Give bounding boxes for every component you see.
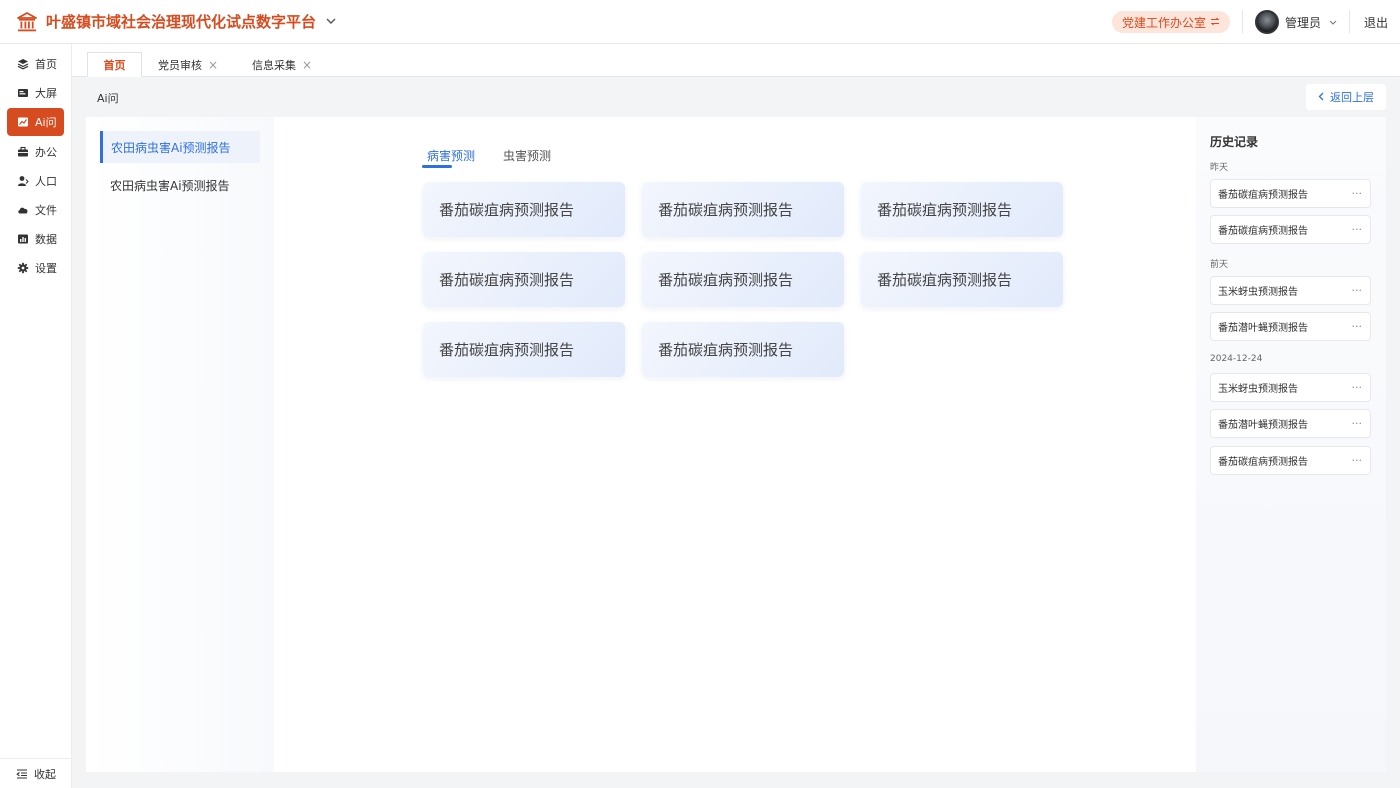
sidebar-item-label: 人口: [35, 175, 57, 188]
breadcrumb: Ai问: [97, 92, 119, 105]
swap-icon: [1210, 15, 1220, 29]
more-icon[interactable]: ···: [1352, 417, 1363, 430]
history-item[interactable]: 番茄碳疽病预测报告 ···: [1210, 446, 1371, 475]
app-title: 叶盛镇市域社会治理现代化试点数字平台: [46, 13, 317, 31]
sidebar-item-label: 文件: [35, 204, 57, 217]
sidebar: 首页 大屏 Ai问 办公 人口 文件 数据 设置 收起: [0, 44, 72, 788]
more-icon[interactable]: ···: [1352, 320, 1363, 333]
sidebar-item-label: 设置: [35, 262, 57, 275]
chart-icon: [17, 116, 29, 128]
government-building-icon: [16, 11, 38, 33]
sidebar-item-label: 办公: [35, 146, 57, 159]
history-item-label: 番茄碳疽病预测报告: [1218, 457, 1308, 468]
history-item-label: 番茄碳疽病预测报告: [1218, 226, 1308, 237]
history-group-label: 昨天: [1210, 163, 1229, 173]
tab-bar: 首页 党员审核 × 信息采集 ×: [72, 44, 1400, 77]
more-icon[interactable]: ···: [1352, 223, 1363, 236]
briefcase-icon: [17, 146, 29, 158]
sidebar-item-ai[interactable]: Ai问: [7, 108, 64, 136]
report-card[interactable]: 番茄碳疽病预测报告: [861, 182, 1063, 237]
bar-chart-icon: [17, 233, 29, 245]
sidebar-item-bigscreen[interactable]: 大屏: [7, 79, 64, 107]
history-item-label: 玉米蚜虫预测报告: [1218, 384, 1298, 395]
collapse-icon: [16, 768, 28, 780]
sidebar-item-office[interactable]: 办公: [7, 138, 64, 166]
report-category-list: 农田病虫害Ai预测报告 农田病虫害Ai预测报告: [86, 117, 274, 772]
divider: [1348, 11, 1350, 33]
tab-label: 信息采集: [251, 58, 296, 72]
divider: [1241, 11, 1243, 33]
history-item[interactable]: 番茄潜叶蝇预测报告 ···: [1210, 409, 1371, 438]
history-item-label: 番茄潜叶蝇预测报告: [1218, 323, 1308, 334]
history-item-label: 番茄潜叶蝇预测报告: [1218, 420, 1308, 431]
history-panel: 历史记录 昨天 番茄碳疽病预测报告 ··· 番茄碳疽病预测报告 ··· 前天 玉…: [1196, 117, 1386, 772]
org-chip-label: 党建工作办公室: [1121, 15, 1206, 30]
report-card[interactable]: 番茄碳疽病预测报告: [423, 252, 625, 307]
gear-icon: [17, 262, 29, 274]
tab-member-review[interactable]: 党员审核 ×: [150, 52, 226, 77]
history-item-label: 番茄碳疽病预测报告: [1218, 190, 1308, 201]
screen-icon: [17, 87, 29, 99]
sidebar-item-label: 数据: [35, 233, 57, 246]
user-name[interactable]: 管理员: [1285, 14, 1321, 31]
history-item[interactable]: 番茄碳疽病预测报告 ···: [1210, 179, 1371, 208]
report-card[interactable]: 番茄碳疽病预测报告: [642, 182, 844, 237]
report-card[interactable]: 番茄碳疽病预测报告: [861, 252, 1063, 307]
sidebar-item-label: 首页: [35, 58, 57, 71]
chevron-left-icon: [1318, 91, 1324, 104]
header-right: 党建工作办公室 管理员 退出: [1111, 0, 1388, 44]
back-button[interactable]: 返回上层: [1306, 84, 1386, 110]
tab-label: 首页: [103, 58, 126, 72]
close-icon[interactable]: ×: [208, 58, 218, 72]
sidebar-item-population[interactable]: 人口: [7, 167, 64, 195]
more-icon[interactable]: ···: [1352, 284, 1363, 297]
tab-label: 党员审核: [157, 58, 202, 72]
history-item[interactable]: 玉米蚜虫预测报告 ···: [1210, 276, 1371, 305]
collapse-sidebar-button[interactable]: 收起: [0, 758, 72, 788]
history-item[interactable]: 番茄碳疽病预测报告 ···: [1210, 215, 1371, 244]
collapse-label: 收起: [34, 767, 56, 781]
history-item[interactable]: 番茄潜叶蝇预测报告 ···: [1210, 312, 1371, 341]
org-switch-button[interactable]: 党建工作办公室: [1111, 11, 1230, 33]
more-icon[interactable]: ···: [1352, 454, 1363, 467]
logout-button[interactable]: 退出: [1364, 14, 1388, 31]
back-label: 返回上层: [1330, 91, 1374, 104]
more-icon[interactable]: ···: [1352, 187, 1363, 200]
category-item[interactable]: 农田病虫害Ai预测报告: [100, 131, 260, 163]
avatar[interactable]: [1254, 10, 1279, 34]
person-icon: [17, 175, 29, 187]
chevron-down-icon[interactable]: [1329, 20, 1337, 25]
report-card[interactable]: 番茄碳疽病预测报告: [642, 252, 844, 307]
layers-icon: [17, 58, 29, 70]
category-item[interactable]: 农田病虫害Ai预测报告: [100, 169, 260, 201]
history-item[interactable]: 玉米蚜虫预测报告 ···: [1210, 373, 1371, 402]
category-label: 农田病虫害Ai预测报告: [111, 140, 231, 155]
category-label: 农田病虫害Ai预测报告: [110, 178, 230, 193]
sidebar-item-settings[interactable]: 设置: [7, 254, 64, 282]
sidebar-item-data[interactable]: 数据: [7, 225, 64, 253]
tab-info-collection[interactable]: 信息采集 ×: [244, 52, 320, 77]
top-header: 叶盛镇市域社会治理现代化试点数字平台 党建工作办公室 管理员 退出: [0, 0, 1400, 44]
chevron-down-icon[interactable]: [326, 17, 336, 27]
sidebar-item-label: 大屏: [35, 87, 57, 100]
report-card[interactable]: 番茄碳疽病预测报告: [642, 322, 844, 377]
close-icon[interactable]: ×: [302, 58, 312, 72]
history-title: 历史记录: [1210, 135, 1259, 149]
sidebar-item-label: Ai问: [35, 116, 57, 129]
history-item-label: 玉米蚜虫预测报告: [1218, 287, 1298, 298]
history-group-label: 2024-12-24: [1210, 354, 1263, 364]
more-icon[interactable]: ···: [1352, 381, 1363, 394]
content-panel: 农田病虫害Ai预测报告 农田病虫害Ai预测报告 病害预测 虫害预测 番茄碳疽病预…: [86, 117, 1386, 772]
tab-home[interactable]: 首页: [87, 52, 142, 77]
cloud-icon: [17, 204, 29, 216]
active-tab-indicator: [422, 165, 452, 168]
tab-disease-forecast[interactable]: 病害预测: [427, 147, 475, 164]
sidebar-item-home[interactable]: 首页: [7, 50, 64, 78]
report-card[interactable]: 番茄碳疽病预测报告: [423, 322, 625, 377]
sidebar-item-files[interactable]: 文件: [7, 196, 64, 224]
report-card[interactable]: 番茄碳疽病预测报告: [423, 182, 625, 237]
history-group-label: 前天: [1210, 260, 1229, 270]
tab-pest-forecast[interactable]: 虫害预测: [503, 147, 551, 164]
